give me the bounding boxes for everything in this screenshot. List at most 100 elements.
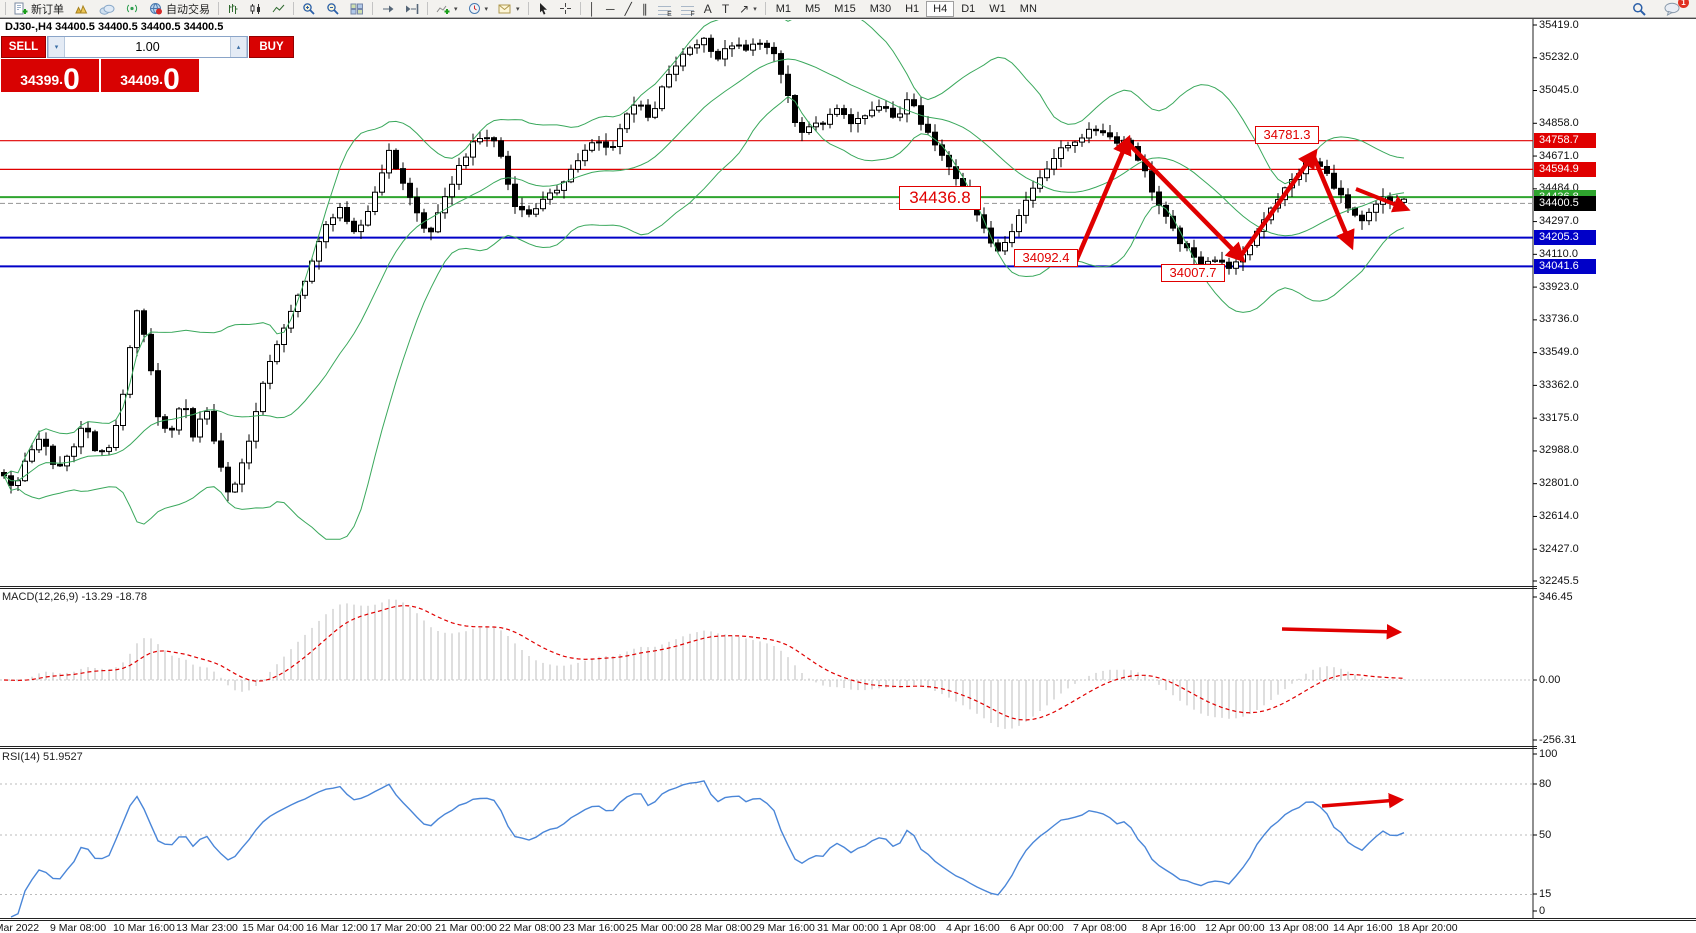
time-axis-label: 17 Mar 20:00 — [370, 922, 432, 933]
periods-button[interactable]: ▾ — [463, 1, 494, 17]
news-signal-button[interactable] — [120, 1, 144, 17]
macd-histogram — [4, 599, 1404, 729]
fibonacci-tool-button[interactable]: E — [653, 1, 676, 17]
line-chart-icon — [272, 3, 285, 15]
time-axis-label: 8 Apr 16:00 — [1142, 922, 1196, 933]
tile-windows-button[interactable] — [345, 1, 369, 17]
one-click-trading-panel: SELL ▾ ▴ BUY 34399.0 34409.0 — [1, 36, 199, 92]
rsi-indicator-label: RSI(14) 51.9527 — [2, 751, 83, 763]
crosshair-icon — [559, 2, 572, 15]
trend-annotation-arrows[interactable] — [1074, 142, 1404, 806]
add-indicator-icon — [436, 3, 450, 15]
zoom-in-button[interactable] — [297, 1, 321, 17]
time-axis-label: 31 Mar 00:00 — [817, 922, 879, 933]
price-axis-label: 33175.0 — [1539, 412, 1579, 424]
fibonacci-icon: E — [658, 3, 671, 15]
chart-shift-button[interactable] — [400, 1, 424, 17]
text-label-tool-button[interactable]: T — [717, 1, 734, 17]
timeframe-d1-button[interactable]: D1 — [954, 1, 982, 17]
sell-price-big-digit: 0 — [63, 67, 80, 93]
main-toolbar: 新订单 自动交易 — [0, 0, 1696, 18]
timeframe-h4-button[interactable]: H4 — [926, 1, 954, 17]
timeframe-mn-button[interactable]: MN — [1013, 1, 1044, 17]
price-level-tag: 34041.6 — [1534, 259, 1596, 274]
rsi-line — [11, 781, 1404, 917]
candlestick-mode-button[interactable] — [244, 1, 267, 17]
fibonacci-fan-tool-button[interactable]: F — [676, 1, 699, 17]
virtual-hosting-button[interactable] — [94, 1, 120, 17]
volume-input[interactable] — [65, 37, 230, 57]
time-axis-label: 28 Mar 08:00 — [690, 922, 752, 933]
toolbar-separator — [580, 2, 581, 15]
auto-scroll-button[interactable] — [376, 1, 400, 17]
arrows-tool-icon: ↗ — [739, 3, 749, 15]
cursor-tool-button[interactable] — [532, 1, 554, 17]
auto-trading-button[interactable]: 自动交易 — [144, 1, 215, 17]
rsi-axis-label: 15 — [1539, 888, 1551, 900]
templates-button[interactable]: ▾ — [493, 1, 525, 17]
macd-main-value: -13.29 — [81, 591, 112, 603]
sell-price[interactable]: 34399.0 — [1, 59, 99, 92]
trendline-tool-button[interactable]: ╱ — [620, 1, 637, 17]
search-button[interactable] — [1627, 1, 1651, 17]
price-annotation-label[interactable]: 34092.4 — [1014, 249, 1078, 267]
text-tool-button[interactable]: A — [699, 1, 717, 17]
time-axis-label: 15 Mar 04:00 — [242, 922, 304, 933]
trade-panel-prices: 34399.0 34409.0 — [1, 59, 199, 92]
time-axis-label: 12 Apr 00:00 — [1205, 922, 1265, 933]
price-annotation-label[interactable]: 34781.3 — [1255, 126, 1319, 144]
sell-button[interactable]: SELL — [1, 36, 46, 58]
toolbar-separator — [427, 2, 428, 15]
price-axis-label: 35419.0 — [1539, 19, 1579, 31]
horizontal-line-tool-button[interactable]: ─ — [601, 1, 620, 17]
price-annotation-label[interactable]: 34436.8 — [899, 186, 981, 210]
vertical-line-tool-button[interactable]: │ — [584, 1, 602, 17]
price-level-tag: 34400.5 — [1534, 196, 1596, 211]
bar-chart-mode-button[interactable] — [222, 1, 244, 17]
trade-panel-controls: SELL ▾ ▴ BUY — [1, 36, 199, 58]
macd-axis-label: -256.31 — [1539, 734, 1576, 746]
search-icon — [1632, 2, 1646, 16]
price-axis-label: 32801.0 — [1539, 477, 1579, 489]
auto-trading-icon — [149, 2, 163, 15]
timeframe-h1-button[interactable]: H1 — [898, 1, 926, 17]
time-axis-label: 25 Mar 00:00 — [626, 922, 688, 933]
price-level-tag: 34594.9 — [1534, 162, 1596, 177]
text-label-icon: T — [722, 3, 729, 15]
timeframe-w1-button[interactable]: W1 — [982, 1, 1013, 17]
toolbar-separator — [372, 2, 373, 15]
rsi-axis-label: 100 — [1539, 748, 1557, 760]
toolbar-separator — [765, 2, 766, 15]
timeframe-m30-button[interactable]: M30 — [863, 1, 898, 17]
main-chart-canvas[interactable] — [0, 0, 1696, 933]
time-axis-label: 8 Mar 2022 — [0, 922, 39, 933]
price-annotation-label[interactable]: 34007.7 — [1161, 264, 1225, 282]
line-chart-mode-button[interactable] — [267, 1, 290, 17]
volume-decrease-button[interactable]: ▾ — [48, 37, 65, 57]
price-axis-label: 33736.0 — [1539, 313, 1579, 325]
notifications-button[interactable]: 1 — [1659, 1, 1686, 17]
arrows-tool-button[interactable]: ↗ ▾ — [734, 1, 762, 17]
buy-button[interactable]: BUY — [249, 36, 294, 58]
timeframe-m15-button[interactable]: M15 — [827, 1, 862, 17]
crosshair-tool-button[interactable] — [554, 1, 577, 17]
macd-axis-label: 346.45 — [1539, 591, 1573, 603]
zoom-out-button[interactable] — [321, 1, 345, 17]
price-axis-label: 33362.0 — [1539, 379, 1579, 391]
timeframe-m5-button[interactable]: M5 — [798, 1, 827, 17]
volume-increase-button[interactable]: ▴ — [230, 37, 247, 57]
timeframe-m1-button[interactable]: M1 — [769, 1, 798, 17]
timeframe-toolbar: M1M5M15M30H1H4D1W1MN — [769, 1, 1044, 17]
buy-price[interactable]: 34409.0 — [101, 59, 199, 92]
dropdown-caret-icon: ▾ — [753, 5, 757, 13]
gold-symbols-button[interactable] — [69, 1, 94, 17]
text-tool-icon: A — [704, 3, 712, 15]
cursor-icon — [537, 2, 549, 15]
price-axis-label: 32245.5 — [1539, 575, 1579, 587]
price-axis-label: 32614.0 — [1539, 510, 1579, 522]
equidistant-channel-tool-button[interactable]: ∥ — [637, 1, 653, 17]
add-indicator-button[interactable]: ▾ — [431, 1, 463, 17]
support-resistance-lines[interactable] — [0, 141, 1533, 267]
toolbar-separator — [528, 2, 529, 15]
new-order-button[interactable]: 新订单 — [9, 1, 69, 17]
